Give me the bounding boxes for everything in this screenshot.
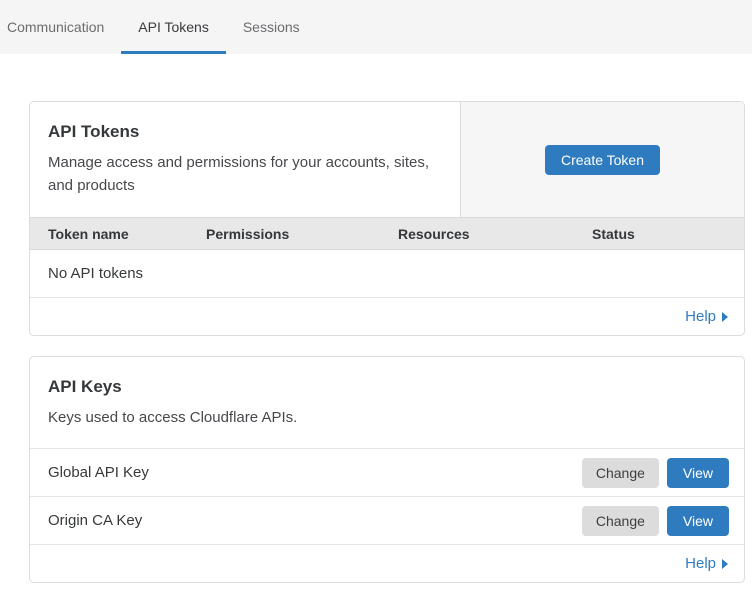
- tab-sessions[interactable]: Sessions: [226, 0, 317, 54]
- global-api-key-change-button[interactable]: Change: [582, 458, 659, 488]
- origin-ca-key-row: Origin CA Key Change View: [30, 497, 744, 545]
- tokens-empty-message: No API tokens: [48, 265, 143, 282]
- api-tokens-help-link[interactable]: Help: [685, 308, 728, 325]
- api-keys-title: API Keys: [48, 377, 726, 397]
- api-tokens-title: API Tokens: [48, 122, 442, 142]
- column-header-status: Status: [574, 226, 744, 242]
- api-tokens-card: API Tokens Manage access and permissions…: [29, 101, 745, 336]
- origin-ca-key-label: Origin CA Key: [48, 512, 142, 529]
- column-header-permissions: Permissions: [188, 226, 380, 242]
- api-keys-card: API Keys Keys used to access Cloudflare …: [29, 356, 745, 583]
- column-header-token-name: Token name: [30, 226, 188, 242]
- global-api-key-row: Global API Key Change View: [30, 449, 744, 497]
- api-tokens-header-text: API Tokens Manage access and permissions…: [30, 102, 460, 217]
- api-tokens-card-header: API Tokens Manage access and permissions…: [30, 102, 744, 217]
- column-header-resources: Resources: [380, 226, 574, 242]
- origin-ca-key-change-button[interactable]: Change: [582, 506, 659, 536]
- tokens-table-header: Token name Permissions Resources Status: [30, 217, 744, 250]
- api-keys-card-header: API Keys Keys used to access Cloudflare …: [30, 357, 744, 449]
- arrow-right-icon: [722, 559, 728, 569]
- global-api-key-view-button[interactable]: View: [667, 458, 729, 488]
- tab-communication-label: Communication: [7, 19, 104, 35]
- page-content: API Tokens Manage access and permissions…: [0, 54, 752, 583]
- origin-ca-key-actions: Change View: [582, 506, 729, 536]
- api-keys-card-footer: Help: [30, 545, 744, 582]
- api-tokens-action-panel: Create Token: [460, 102, 744, 217]
- api-keys-help-link[interactable]: Help: [685, 555, 728, 572]
- api-tokens-description: Manage access and permissions for your a…: [48, 151, 442, 197]
- help-link-label: Help: [685, 555, 716, 572]
- api-keys-description: Keys used to access Cloudflare APIs.: [48, 406, 726, 429]
- help-link-label: Help: [685, 308, 716, 325]
- api-tokens-card-footer: Help: [30, 298, 744, 335]
- tab-communication[interactable]: Communication: [7, 0, 121, 54]
- tab-api-tokens[interactable]: API Tokens: [121, 0, 226, 54]
- global-api-key-actions: Change View: [582, 458, 729, 488]
- tokens-empty-row: No API tokens: [30, 250, 744, 298]
- arrow-right-icon: [722, 312, 728, 322]
- create-token-button[interactable]: Create Token: [545, 145, 660, 175]
- global-api-key-label: Global API Key: [48, 464, 149, 481]
- tab-api-tokens-label: API Tokens: [138, 19, 209, 35]
- origin-ca-key-view-button[interactable]: View: [667, 506, 729, 536]
- tab-sessions-label: Sessions: [243, 19, 300, 35]
- tab-bar: Communication API Tokens Sessions: [0, 0, 752, 54]
